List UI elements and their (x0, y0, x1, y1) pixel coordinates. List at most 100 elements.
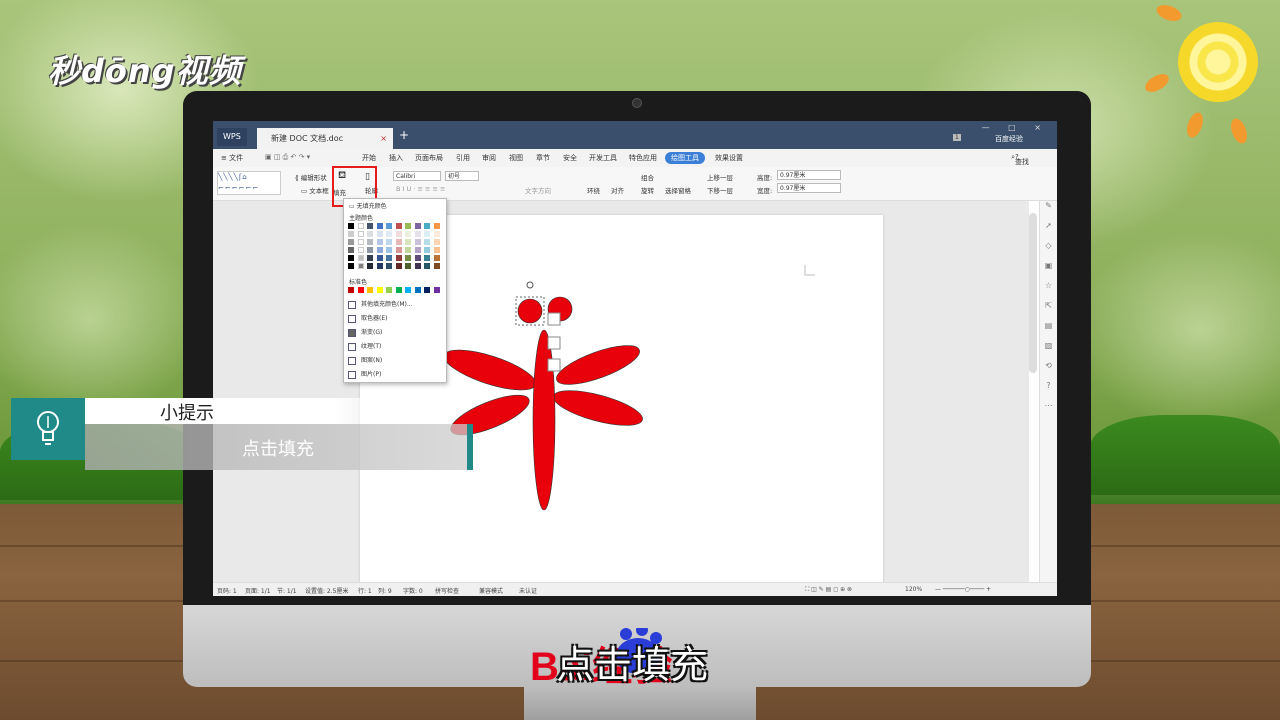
color-swatch[interactable] (433, 231, 440, 237)
notification-badge[interactable]: 1 (953, 134, 961, 141)
texture-option[interactable]: 纹理(T) (348, 341, 381, 353)
color-swatch[interactable] (367, 287, 373, 293)
spell-check-button[interactable]: 拼写检查 (435, 586, 459, 595)
font-size-select[interactable]: 初号 (445, 171, 479, 181)
color-swatch[interactable] (433, 223, 440, 229)
color-swatch[interactable] (424, 263, 430, 269)
menu-effect-settings[interactable]: 效果设置 (715, 153, 743, 163)
color-swatch[interactable] (348, 223, 354, 229)
group-button[interactable]: 组合 (641, 172, 654, 182)
menu-item[interactable]: 页面布局 (415, 153, 443, 163)
color-swatch[interactable] (367, 239, 373, 245)
textbox-button[interactable]: ▭ 文本框 (301, 185, 329, 195)
color-swatch[interactable] (357, 255, 364, 261)
color-swatch[interactable] (405, 255, 411, 261)
color-swatch[interactable] (386, 287, 392, 293)
gradient-option[interactable]: 渐变(G) (348, 327, 382, 339)
menu-item[interactable]: 插入 (389, 153, 403, 163)
history-icon[interactable]: ⟲ (1040, 361, 1057, 381)
color-swatch[interactable] (367, 263, 373, 269)
menu-item[interactable]: 特色应用 (629, 153, 657, 163)
picture-icon[interactable]: ▨ (1040, 341, 1057, 361)
menu-item[interactable]: 视图 (509, 153, 523, 163)
table-icon[interactable]: ▤ (1040, 321, 1057, 341)
color-swatch[interactable] (376, 239, 383, 245)
color-swatch[interactable] (414, 223, 421, 229)
color-swatch[interactable] (386, 239, 392, 245)
tab-drawing-tools[interactable]: 绘图工具 (665, 152, 705, 164)
height-input[interactable]: 0.97厘米 (777, 170, 841, 180)
color-swatch[interactable] (395, 287, 402, 293)
color-swatch[interactable] (386, 223, 392, 229)
zoom-slider[interactable]: — ──────○──── + (935, 586, 991, 593)
color-swatch[interactable] (348, 247, 354, 253)
color-swatch[interactable] (414, 247, 421, 253)
color-swatch[interactable] (367, 247, 373, 253)
selection-pane-button[interactable]: 选择窗格 (665, 185, 691, 195)
share-icon[interactable]: ⇱ (1040, 301, 1057, 321)
color-swatch[interactable] (424, 231, 430, 237)
color-swatch[interactable] (348, 231, 354, 237)
color-swatch[interactable] (414, 263, 421, 269)
no-fill-option[interactable]: ▭ 无填充颜色 (349, 201, 387, 210)
picture-option[interactable]: 图片(P) (348, 369, 381, 381)
color-swatch[interactable] (424, 223, 430, 229)
color-swatch[interactable] (357, 247, 364, 253)
user-name[interactable]: 百度经验 (995, 134, 1023, 144)
more-icon[interactable]: ⋯ (1040, 401, 1057, 421)
color-swatch[interactable] (376, 247, 383, 253)
wps-home-button[interactable]: WPS (217, 128, 247, 146)
color-swatch[interactable] (376, 231, 383, 237)
color-swatch[interactable] (414, 287, 421, 293)
eyedropper-option[interactable]: 取色器(E) (348, 313, 387, 325)
color-swatch[interactable] (424, 255, 430, 261)
color-swatch[interactable] (433, 239, 440, 245)
view-mode-icons[interactable]: ⛶ ◫ ✎ ▤ ◻ ⊕ ⊗ (805, 586, 852, 594)
color-swatch[interactable] (405, 263, 411, 269)
pen-icon[interactable]: ✎ (1040, 201, 1057, 221)
color-swatch[interactable] (386, 247, 392, 253)
color-swatch[interactable] (376, 263, 383, 269)
align-button[interactable]: 对齐 (611, 185, 624, 195)
star-icon[interactable]: ☆ (1040, 281, 1057, 301)
color-swatch[interactable] (367, 255, 373, 261)
menu-item[interactable]: 审阅 (482, 153, 496, 163)
color-swatch[interactable] (348, 263, 354, 269)
style-icon[interactable]: ◇ (1040, 241, 1057, 261)
color-swatch[interactable] (405, 247, 411, 253)
tab-document[interactable]: 新建 DOC 文档.doc × (257, 128, 393, 149)
pattern-option[interactable]: 图案(N) (348, 355, 382, 367)
color-swatch[interactable] (367, 231, 373, 237)
color-swatch[interactable] (395, 231, 402, 237)
color-swatch[interactable] (348, 255, 354, 261)
color-swatch[interactable] (348, 287, 354, 293)
color-swatch[interactable] (386, 255, 392, 261)
menu-file[interactable]: ≡ 文件 (221, 153, 243, 163)
color-swatch[interactable] (433, 287, 440, 293)
color-swatch[interactable] (414, 255, 421, 261)
menu-item[interactable]: 引用 (456, 153, 470, 163)
color-swatch[interactable] (433, 263, 440, 269)
cursor-icon[interactable]: ➚ (1040, 221, 1057, 241)
color-swatch[interactable] (357, 231, 364, 237)
color-swatch[interactable] (433, 247, 440, 253)
window-controls[interactable]: — □ × (982, 123, 1049, 132)
color-swatch[interactable] (348, 239, 354, 245)
zoom-level[interactable]: 120% (905, 586, 922, 593)
shape-gallery[interactable]: ╲╲╲╲ʃ⌂ ⌐⌐⌐⌐⌐⌐ (217, 171, 281, 195)
color-swatch[interactable] (395, 239, 402, 245)
edit-shape-button[interactable]: ⟪ 编辑形状 (295, 172, 327, 182)
color-swatch[interactable] (395, 255, 402, 261)
font-format-icons[interactable]: B I U · ≡ ≡ ≡ ≡ (396, 185, 445, 193)
color-swatch[interactable] (357, 263, 364, 269)
new-tab-button[interactable]: + (399, 128, 409, 142)
color-swatch[interactable] (395, 223, 402, 229)
rotate-button[interactable]: 旋转 (641, 185, 654, 195)
width-input[interactable]: 0.97厘米 (777, 183, 841, 193)
color-swatch[interactable] (395, 263, 402, 269)
color-swatch[interactable] (405, 239, 411, 245)
text-direction-button[interactable]: 文字方向 (525, 185, 551, 195)
color-swatch[interactable] (376, 223, 383, 229)
image-icon[interactable]: ▣ (1040, 261, 1057, 281)
color-swatch[interactable] (376, 255, 383, 261)
